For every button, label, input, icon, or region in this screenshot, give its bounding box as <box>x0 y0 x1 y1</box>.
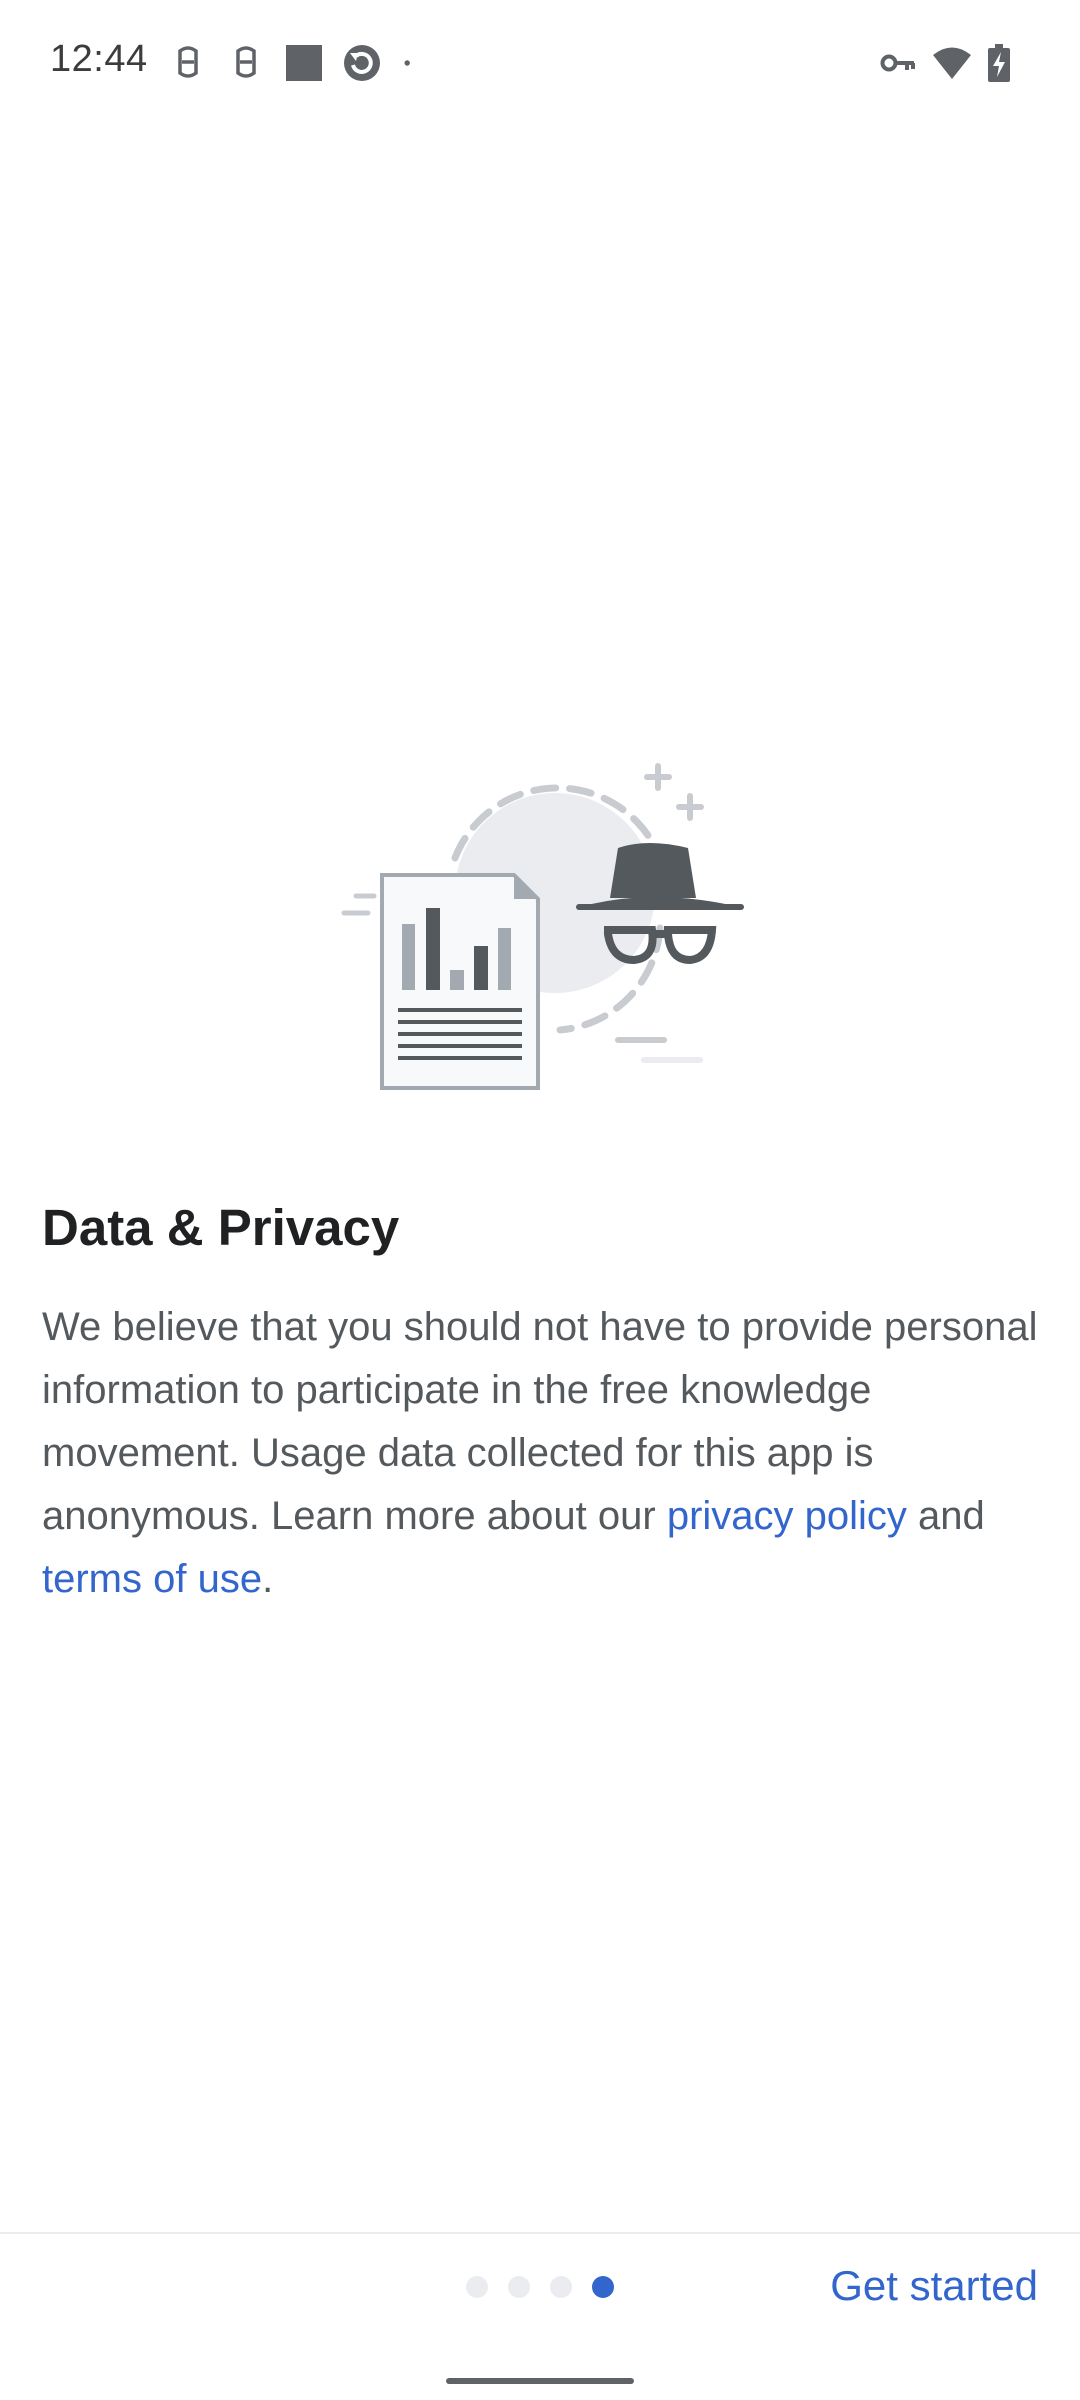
bottom-divider <box>0 2232 1080 2234</box>
privacy-description: We believe that you should not have to p… <box>42 1296 1038 1611</box>
notification-face-icon <box>178 46 198 78</box>
page-title: Data & Privacy <box>42 1199 400 1256</box>
privacy-illustration <box>341 763 744 1090</box>
terms-of-use-link[interactable]: terms of use <box>42 1557 262 1601</box>
page-dot <box>550 2276 572 2298</box>
notification-refresh-icon <box>344 45 380 81</box>
system-icons <box>880 42 1010 84</box>
onboarding-screen: 12:44 Data & Privacy We believe that you… <box>0 0 1080 2400</box>
vpn-key-icon <box>880 54 915 72</box>
description-suffix: . <box>262 1557 274 1601</box>
more-notifications-dot-icon <box>404 60 410 66</box>
privacy-policy-link[interactable]: privacy policy <box>667 1494 907 1538</box>
notification-face-icon <box>236 46 256 78</box>
notification-square-icon <box>286 45 322 81</box>
page-indicator <box>466 2276 614 2298</box>
page-dot <box>466 2276 488 2298</box>
notification-icons <box>168 42 424 84</box>
get-started-button[interactable]: Get started <box>830 2262 1038 2310</box>
status-time: 12:44 <box>50 38 148 80</box>
wifi-icon <box>933 47 971 79</box>
description-connector: and <box>906 1494 985 1538</box>
status-bar: 12:44 <box>0 0 1080 126</box>
onboarding-content: Data & Privacy We believe that you shoul… <box>42 1196 1038 1611</box>
gesture-nav-handle[interactable] <box>446 2378 634 2384</box>
page-dot-active <box>592 2276 614 2298</box>
page-dot <box>508 2276 530 2298</box>
battery-charging-icon <box>988 44 1010 82</box>
